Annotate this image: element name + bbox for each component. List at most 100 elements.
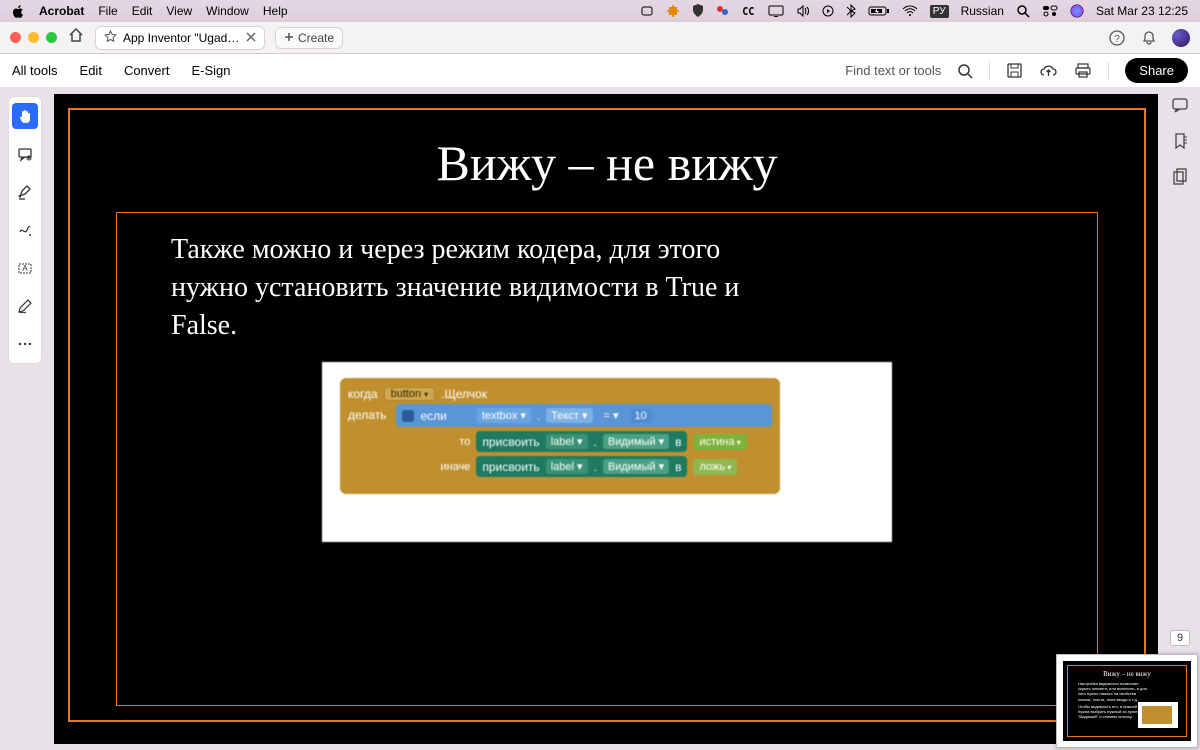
menu-edit[interactable]: Edit (132, 4, 153, 18)
comment-tool[interactable] (12, 141, 38, 167)
blk-ten: 10 (630, 409, 652, 423)
status-shield-icon[interactable] (692, 4, 704, 18)
right-panel-rail (1166, 96, 1194, 186)
blk-eq: = ▾ (599, 408, 624, 423)
control-center-icon[interactable] (1042, 5, 1058, 17)
bell-icon[interactable] (1140, 29, 1158, 47)
blk-true: истина (693, 434, 746, 450)
slide-outer-frame: Вижу – не вижу Также можно и через режим… (68, 108, 1146, 722)
close-window-icon[interactable] (10, 32, 21, 43)
print-icon[interactable] (1074, 62, 1092, 79)
svg-text:A: A (22, 264, 28, 273)
blk-label-2: label ▾ (546, 459, 588, 474)
zoom-window-icon[interactable] (46, 32, 57, 43)
blk-then: то (434, 436, 470, 448)
home-icon[interactable] (67, 26, 85, 49)
thumb-title: Вижу – не вижу (1068, 670, 1186, 678)
tb-esign[interactable]: E-Sign (191, 63, 230, 78)
search-icon[interactable] (957, 63, 973, 79)
blk-v-1: в (675, 435, 681, 449)
pages-panel-icon[interactable] (1171, 168, 1189, 186)
tb-all-tools[interactable]: All tools (12, 63, 58, 78)
blk-assign-2: присвоить (482, 460, 539, 474)
blk-if: если (420, 409, 446, 423)
menu-file[interactable]: File (98, 4, 117, 18)
new-tab-button[interactable]: Create (275, 27, 343, 49)
left-tool-rail: A (8, 96, 42, 364)
status-display-icon[interactable] (768, 5, 784, 17)
divider (1108, 62, 1109, 80)
hand-tool[interactable] (12, 103, 38, 129)
page-thumbnail-preview[interactable]: Вижу – не вижу Настройка видимости позво… (1056, 654, 1198, 748)
blk-when: когда (348, 387, 378, 401)
menu-window[interactable]: Window (206, 4, 249, 18)
status-cc-icon[interactable] (742, 5, 756, 17)
blk-click: .Щелчок (441, 387, 487, 401)
find-label[interactable]: Find text or tools (845, 63, 941, 78)
user-avatar[interactable] (1172, 29, 1190, 47)
divider (989, 62, 990, 80)
more-tools[interactable] (12, 331, 38, 357)
spotlight-icon[interactable] (1016, 4, 1030, 18)
blk-visible-2: Видимый ▾ (603, 459, 669, 474)
apple-icon[interactable] (12, 5, 25, 18)
blk-text-prop: Текст ▾ (546, 408, 592, 423)
tab-title: App Inventor "Ugadayk… (123, 31, 240, 45)
slide-title: Вижу – не вижу (70, 134, 1144, 192)
status-icon[interactable] (640, 5, 654, 17)
document-tab[interactable]: App Inventor "Ugadayk… (95, 26, 265, 50)
clock[interactable]: Sat Mar 23 12:25 (1096, 4, 1188, 18)
text-box-tool[interactable]: A (12, 255, 38, 281)
status-wifi-icon[interactable] (902, 5, 918, 17)
blk-textbox: textbox ▾ (477, 408, 531, 423)
save-icon[interactable] (1006, 62, 1023, 79)
blk-false: ложь (693, 459, 737, 475)
tb-edit[interactable]: Edit (80, 63, 102, 78)
minimize-window-icon[interactable] (28, 32, 39, 43)
status-puzzle-icon[interactable] (666, 4, 680, 18)
blk-else: иначе (434, 461, 470, 473)
input-lang-label[interactable]: Russian (961, 4, 1004, 18)
input-lang-badge[interactable]: РУ (930, 5, 949, 18)
star-icon[interactable] (104, 30, 117, 46)
menu-view[interactable]: View (166, 4, 192, 18)
status-play-icon[interactable] (822, 5, 834, 17)
app-toolbar: All tools Edit Convert E-Sign Find text … (0, 54, 1200, 88)
svg-text:?: ? (1114, 34, 1120, 45)
blk-assign-1: присвоить (482, 435, 539, 449)
mac-menubar: Acrobat File Edit View Window Help РУ Ru… (0, 0, 1200, 22)
cloud-upload-icon[interactable] (1039, 63, 1058, 79)
status-circles-icon[interactable] (716, 4, 730, 18)
plus-icon (284, 31, 294, 45)
blk-v-2: в (675, 460, 681, 474)
slide-inner-frame: Также можно и через режим кодера, для эт… (116, 212, 1098, 706)
code-blocks-image: когда button .Щелчок делать если (322, 362, 892, 542)
workspace: A 9 15 Вижу – не вижу Также можно и чере… (0, 88, 1200, 750)
slide-paragraph: Также можно и через режим кодера, для эт… (171, 231, 791, 344)
thumb-image (1138, 702, 1178, 728)
sign-tool[interactable] (12, 293, 38, 319)
app-name[interactable]: Acrobat (39, 4, 84, 18)
share-button[interactable]: Share (1125, 58, 1188, 83)
status-bluetooth-icon[interactable] (846, 4, 856, 18)
window-tab-bar: App Inventor "Ugadayk… Create ? (0, 22, 1200, 54)
bookmarks-panel-icon[interactable] (1171, 132, 1189, 150)
status-battery-icon[interactable] (868, 5, 890, 17)
new-tab-label: Create (298, 31, 334, 45)
status-volume-icon[interactable] (796, 5, 810, 17)
draw-tool[interactable] (12, 217, 38, 243)
blk-do: делать (348, 408, 386, 422)
menu-help[interactable]: Help (263, 4, 288, 18)
help-icon[interactable]: ? (1108, 29, 1126, 47)
traffic-lights[interactable] (10, 32, 57, 43)
document-page[interactable]: Вижу – не вижу Также можно и через режим… (54, 94, 1158, 744)
close-tab-icon[interactable] (246, 31, 256, 45)
siri-icon[interactable] (1070, 4, 1084, 18)
blk-visible-1: Видимый ▾ (603, 434, 669, 449)
tb-convert[interactable]: Convert (124, 63, 170, 78)
blk-button-dd: button (384, 387, 436, 401)
highlight-tool[interactable] (12, 179, 38, 205)
blk-label-1: label ▾ (546, 434, 588, 449)
page-current[interactable]: 9 (1170, 630, 1190, 646)
chat-panel-icon[interactable] (1171, 96, 1189, 114)
